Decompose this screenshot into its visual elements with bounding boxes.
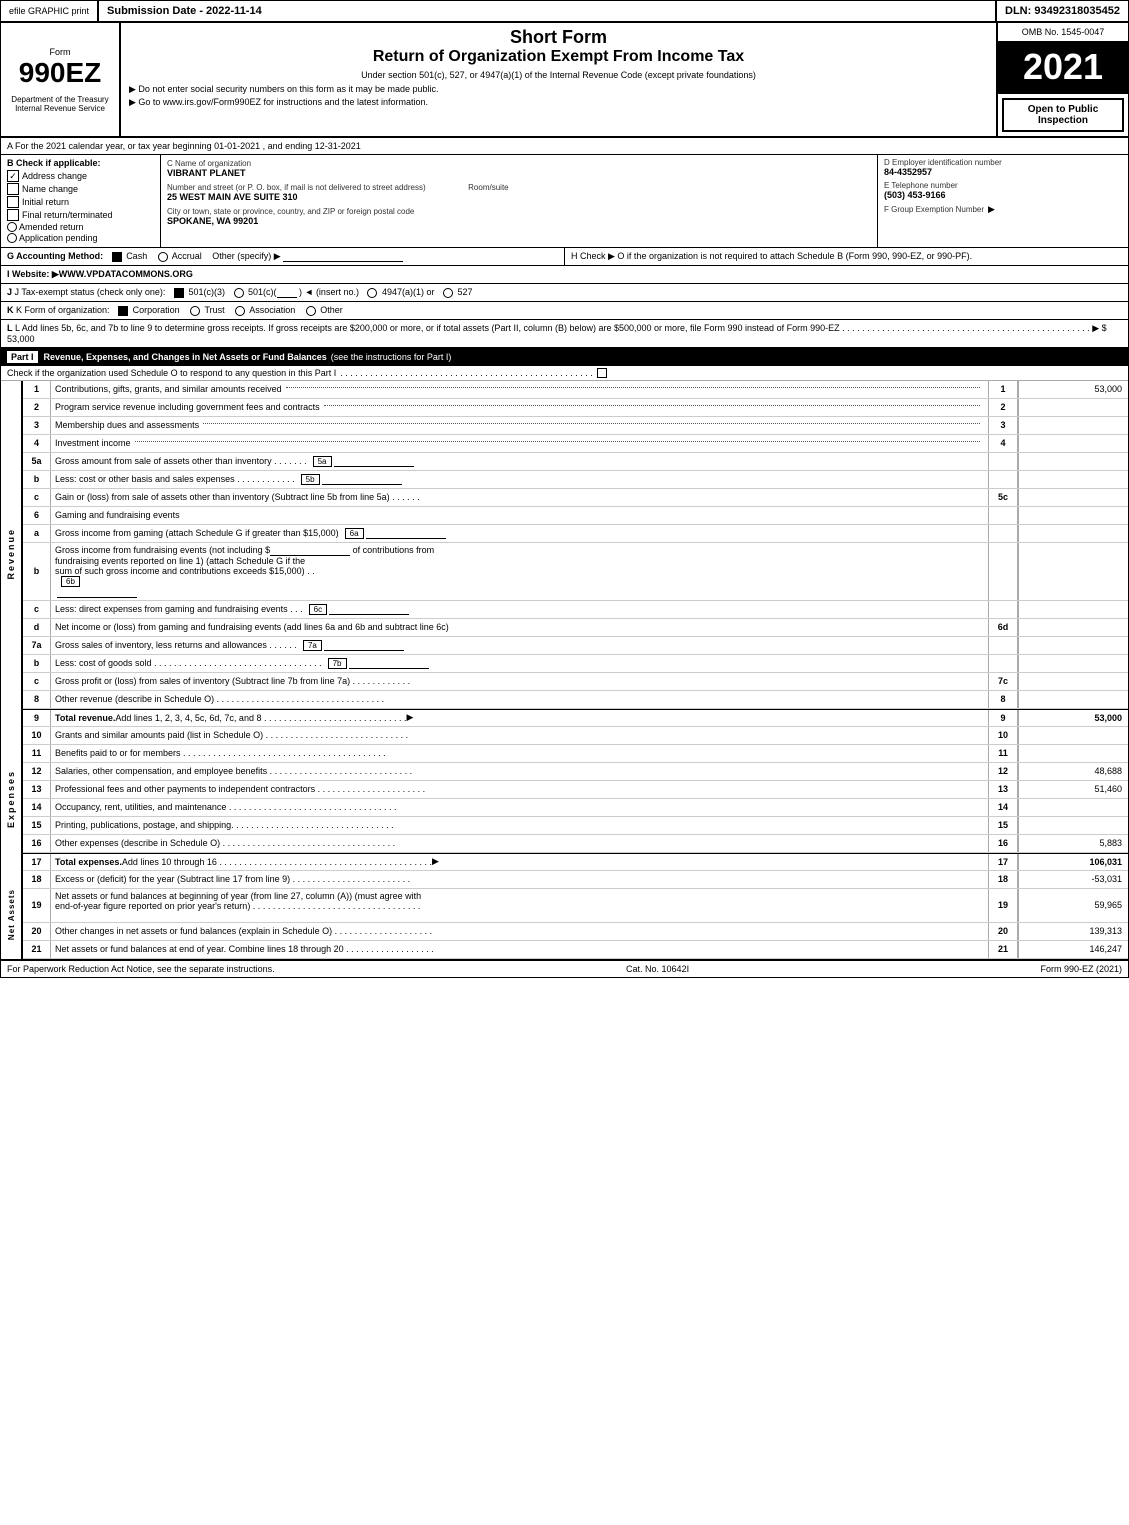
tel-label: E Telephone number <box>884 181 1122 190</box>
footer-left: For Paperwork Reduction Act Notice, see … <box>7 964 275 974</box>
public-note: ▶ Do not enter social security numbers o… <box>129 84 988 95</box>
efile-label: efile GRAPHIC print <box>1 1 99 21</box>
under-section: Under section 501(c), 527, or 4947(a)(1)… <box>129 70 988 80</box>
initial-return-row: Initial return <box>7 196 154 208</box>
omb-number: OMB No. 1545-0047 <box>998 23 1128 42</box>
section-h: H Check ▶ O if the organization is not r… <box>565 248 1128 265</box>
expenses-side-label: Expenses <box>1 727 23 871</box>
527-radio[interactable] <box>443 288 453 298</box>
table-row: 9 Total revenue. Add lines 1, 2, 3, 4, 5… <box>23 709 1128 727</box>
org-address: 25 WEST MAIN AVE SUITE 310 <box>167 192 871 202</box>
table-row: d Net income or (loss) from gaming and f… <box>23 619 1128 637</box>
table-row: 17 Total expenses. Add lines 10 through … <box>23 853 1128 871</box>
ein-value: 84-4352957 <box>884 167 1122 177</box>
table-row: 2 Program service revenue including gove… <box>23 399 1128 417</box>
table-row: 19 Net assets or fund balances at beginn… <box>23 889 1128 923</box>
footer-cat: Cat. No. 10642I <box>626 964 689 974</box>
table-row: c Gain or (loss) from sale of assets oth… <box>23 489 1128 507</box>
name-change-checkbox[interactable] <box>7 183 19 195</box>
section-g: G Accounting Method: Cash Accrual Other … <box>1 248 565 265</box>
room-label: Room/suite <box>468 183 508 192</box>
corp-checkbox[interactable] <box>118 306 128 316</box>
table-row: 14 Occupancy, rent, utilities, and maint… <box>23 799 1128 817</box>
tel-value: (503) 453-9166 <box>884 190 1122 200</box>
group-arrow: ▶ <box>988 204 995 215</box>
assoc-radio[interactable] <box>235 306 245 316</box>
table-row: c Gross profit or (loss) from sales of i… <box>23 673 1128 691</box>
table-row: 12 Salaries, other compensation, and emp… <box>23 763 1128 781</box>
address-change-checkbox[interactable] <box>7 170 19 182</box>
tax-year: 2021 <box>998 42 1128 94</box>
table-row: b Less: cost of goods sold . . . . . . .… <box>23 655 1128 673</box>
table-row: 21 Net assets or fund balances at end of… <box>23 941 1128 959</box>
table-row: 20 Other changes in net assets or fund b… <box>23 923 1128 941</box>
table-row: 1 Contributions, gifts, grants, and simi… <box>23 381 1128 399</box>
table-row: b Gross income from fundraising events (… <box>23 543 1128 601</box>
part-i-header: Part I Revenue, Expenses, and Changes in… <box>1 348 1128 366</box>
table-row: 18 Excess or (deficit) for the year (Sub… <box>23 871 1128 889</box>
section-b-label: B Check if applicable: <box>7 158 154 168</box>
schedule-o-check: Check if the organization used Schedule … <box>1 366 1128 381</box>
table-row: 13 Professional fees and other payments … <box>23 781 1128 799</box>
table-row: 3 Membership dues and assessments 3 <box>23 417 1128 435</box>
table-row: a Gross income from gaming (attach Sched… <box>23 525 1128 543</box>
amended-radio[interactable] <box>7 222 17 232</box>
submission-date: Submission Date - 2022-11-14 <box>99 1 997 21</box>
section-l: L L Add lines 5b, 6c, and 7b to line 9 t… <box>1 320 1128 348</box>
address-change-row: Address change <box>7 170 154 182</box>
open-inspection: Open to Public Inspection <box>1002 98 1124 132</box>
cash-checkbox[interactable] <box>112 252 122 262</box>
table-row: 4 Investment income 4 <box>23 435 1128 453</box>
dln-number: DLN: 93492318035452 <box>997 1 1128 21</box>
section-a: A For the 2021 calendar year, or tax yea… <box>1 138 1128 155</box>
accrual-radio[interactable] <box>158 252 168 262</box>
form-label: Form <box>50 47 71 57</box>
revenue-side-label: Revenue <box>1 381 23 727</box>
section-i: I Website: ▶WWW.VPDATACOMMONS.ORG <box>1 266 1128 284</box>
return-title: Return of Organization Exempt From Incom… <box>129 48 988 66</box>
org-name: VIBRANT PLANET <box>167 168 871 178</box>
schedule-o-checkbox[interactable] <box>597 368 607 378</box>
table-row: 10 Grants and similar amounts paid (list… <box>23 727 1128 745</box>
group-label: F Group Exemption Number <box>884 205 984 214</box>
initial-return-checkbox[interactable] <box>7 196 19 208</box>
irs-link-note: ▶ Go to www.irs.gov/Form990EZ for instru… <box>129 97 988 108</box>
application-pending-row: Application pending <box>7 233 154 243</box>
section-k: K K Form of organization: Corporation Tr… <box>1 302 1128 320</box>
501c-radio[interactable] <box>234 288 244 298</box>
form-footer: For Paperwork Reduction Act Notice, see … <box>1 959 1128 977</box>
4947-radio[interactable] <box>367 288 377 298</box>
table-row: 5a Gross amount from sale of assets othe… <box>23 453 1128 471</box>
501c3-checkbox[interactable] <box>174 288 184 298</box>
final-return-checkbox[interactable] <box>7 209 19 221</box>
form-number: 990EZ <box>19 57 102 89</box>
address-label: Number and street (or P. O. box, if mail… <box>167 183 426 192</box>
trust-radio[interactable] <box>190 306 200 316</box>
amended-return-row: Amended return <box>7 222 154 232</box>
section-j: J J Tax-exempt status (check only one): … <box>1 284 1128 302</box>
table-row: 15 Printing, publications, postage, and … <box>23 817 1128 835</box>
dept-info: Department of the Treasury Internal Reve… <box>11 95 108 113</box>
table-row: 7a Gross sales of inventory, less return… <box>23 637 1128 655</box>
footer-right: Form 990-EZ (2021) <box>1040 964 1122 974</box>
table-row: 11 Benefits paid to or for members . . .… <box>23 745 1128 763</box>
city-label: City or town, state or province, country… <box>167 207 414 216</box>
table-row: 8 Other revenue (describe in Schedule O)… <box>23 691 1128 709</box>
table-row: c Less: direct expenses from gaming and … <box>23 601 1128 619</box>
other-radio[interactable] <box>306 306 316 316</box>
net-assets-side-label: Net Assets <box>1 871 23 959</box>
table-row: 6 Gaming and fundraising events <box>23 507 1128 525</box>
org-city: SPOKANE, WA 99201 <box>167 216 871 226</box>
final-return-row: Final return/terminated <box>7 209 154 221</box>
name-change-row: Name change <box>7 183 154 195</box>
short-form-title: Short Form <box>129 27 988 48</box>
table-row: 16 Other expenses (describe in Schedule … <box>23 835 1128 853</box>
ein-label: D Employer identification number <box>884 158 1122 167</box>
table-row: b Less: cost or other basis and sales ex… <box>23 471 1128 489</box>
org-name-label: C Name of organization <box>167 159 251 168</box>
application-radio[interactable] <box>7 233 17 243</box>
